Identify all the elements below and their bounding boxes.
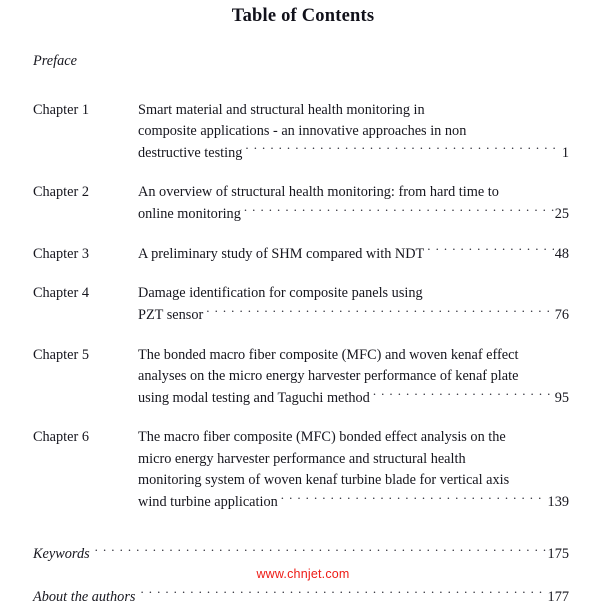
chapter-title: The bonded macro fiber composite (MFC) a… xyxy=(138,345,569,410)
page-number[interactable]: 177 xyxy=(548,587,569,608)
title-line: monitoring system of woven kenaf turbine… xyxy=(138,472,510,489)
chapter-title: Smart material and structural health mon… xyxy=(138,100,569,165)
watermark: www.chnjet.com xyxy=(256,567,350,581)
title-line: An overview of structural health monitor… xyxy=(138,184,499,201)
backmatter-label: About the authors xyxy=(33,588,136,605)
dot-leader xyxy=(427,244,553,258)
title-last-line-row: online monitoring 25 xyxy=(138,204,569,226)
chapter-label: Chapter 2 xyxy=(33,184,89,201)
chapter-label: Chapter 4 xyxy=(33,285,89,302)
title-line: The bonded macro fiber composite (MFC) a… xyxy=(138,346,519,363)
chapter-title: An overview of structural health monitor… xyxy=(138,182,569,225)
title-line: PZT sensor xyxy=(138,307,204,324)
title-line: analyses on the micro energy harvester p… xyxy=(138,368,519,385)
chapter-label: Chapter 6 xyxy=(33,429,89,446)
title-last-line-row: About the authors 177 xyxy=(33,587,569,608)
dot-leader xyxy=(373,388,554,402)
backmatter-entry: Keywords 175 xyxy=(33,544,569,566)
chapter-label: Chapter 3 xyxy=(33,245,89,262)
page-number[interactable]: 25 xyxy=(555,204,569,226)
chapter-title: A preliminary study of SHM compared with… xyxy=(138,244,569,266)
title-line: A preliminary study of SHM compared with… xyxy=(138,245,425,262)
toc-entry-chapter-4[interactable]: Chapter 4 Damage identification for comp… xyxy=(33,283,569,326)
title-last-line-row: Keywords 175 xyxy=(33,544,569,566)
page-title: Table of Contents xyxy=(231,6,375,26)
toc-entry-about-the-authors[interactable]: About the authors 177 xyxy=(33,587,569,608)
chapter-label: Chapter 5 xyxy=(33,346,89,363)
title-line: online monitoring xyxy=(138,206,241,223)
chapter-title: Damage identification for composite pane… xyxy=(138,283,569,326)
dot-leader xyxy=(206,305,553,319)
toc-entry-keywords[interactable]: Keywords 175 xyxy=(33,544,569,566)
toc-entry-list: Preface Chapter 1 Smart material and str… xyxy=(0,51,606,608)
toc-page: Table of Contents Preface Chapter 1 Smar… xyxy=(0,0,606,605)
toc-entry-chapter-3[interactable]: Chapter 3 A preliminary study of SHM com… xyxy=(33,244,569,266)
page-number[interactable]: 76 xyxy=(555,305,569,327)
dot-leader xyxy=(245,143,560,157)
toc-entry-preface[interactable]: Preface xyxy=(33,51,569,73)
backmatter-label: Keywords xyxy=(33,546,90,563)
title-line: using modal testing and Taguchi method xyxy=(138,389,370,406)
toc-entry-chapter-1[interactable]: Chapter 1 Smart material and structural … xyxy=(33,100,569,165)
title-last-line-row: wind turbine application 139 xyxy=(138,492,569,514)
page-number[interactable]: 48 xyxy=(555,244,569,266)
page-number[interactable]: 175 xyxy=(548,544,569,566)
title-line: composite applications - an innovative a… xyxy=(138,123,467,139)
page-number[interactable]: 95 xyxy=(555,388,569,410)
title-line: The macro fiber composite (MFC) bonded e… xyxy=(138,429,506,446)
title-line: Smart material and structural health mon… xyxy=(138,101,425,118)
preface-label: Preface xyxy=(33,53,77,69)
chapter-label: Chapter 1 xyxy=(33,101,89,118)
title-last-line-row: PZT sensor 76 xyxy=(138,305,569,327)
title-last-line-row: A preliminary study of SHM compared with… xyxy=(138,244,569,266)
toc-entry-chapter-6[interactable]: Chapter 6 The macro fiber composite (MFC… xyxy=(33,427,569,513)
title-line: Damage identification for composite pane… xyxy=(138,285,423,302)
toc-entry-chapter-5[interactable]: Chapter 5 The bonded macro fiber composi… xyxy=(33,345,569,410)
title-line: wind turbine application xyxy=(138,494,278,511)
dot-leader xyxy=(281,492,547,506)
title-line: destructive testing xyxy=(138,144,243,161)
dot-leader xyxy=(244,204,554,218)
dot-leader xyxy=(95,544,547,558)
title-last-line-row: using modal testing and Taguchi method 9… xyxy=(138,388,569,410)
chapter-title: The macro fiber composite (MFC) bonded e… xyxy=(138,427,569,513)
toc-entry-chapter-2[interactable]: Chapter 2 An overview of structural heal… xyxy=(33,182,569,225)
title-last-line-row: destructive testing 1 xyxy=(138,143,569,165)
page-number[interactable]: 139 xyxy=(548,492,569,514)
page-number[interactable]: 1 xyxy=(562,143,569,165)
backmatter-entry: About the authors 177 xyxy=(33,587,569,608)
title-line: micro energy harvester performance and s… xyxy=(138,450,466,467)
dot-leader xyxy=(140,587,546,601)
